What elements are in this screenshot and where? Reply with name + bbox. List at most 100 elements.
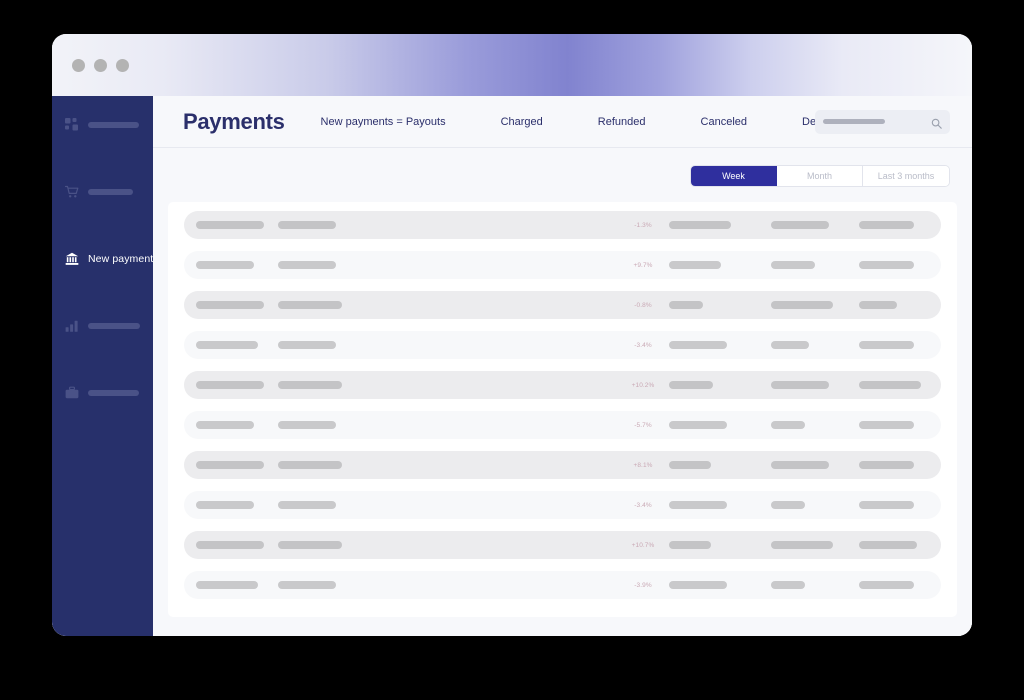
cell-id [196, 501, 278, 509]
skeleton-bar [669, 501, 727, 509]
cell-customer [278, 461, 378, 469]
table-row[interactable]: -3.4% [184, 331, 941, 359]
table-row[interactable]: -3.9% [184, 571, 941, 599]
sidebar-item-orders[interactable] [52, 175, 153, 209]
sidebar-item-analytics[interactable] [52, 309, 153, 343]
briefcase-icon [64, 386, 79, 401]
table-row[interactable]: +10.2% [184, 371, 941, 399]
range-filter: Week Month Last 3 months [690, 165, 950, 187]
tab-refunded[interactable]: Refunded [598, 116, 646, 128]
sidebar-item-business[interactable] [52, 376, 153, 410]
skeleton-bar [278, 221, 336, 229]
range-option-month[interactable]: Month [777, 166, 863, 186]
main-content: Payments New payments = Payouts Charged … [153, 96, 972, 636]
cell-amount [669, 421, 771, 429]
maximize-button[interactable] [116, 59, 129, 72]
skeleton-bar [669, 261, 721, 269]
skeleton-bar [771, 301, 833, 309]
cell-id [196, 381, 278, 389]
cell-customer [278, 501, 378, 509]
skeleton-bar [859, 501, 914, 509]
cell-customer [278, 381, 378, 389]
cell-status [771, 421, 859, 429]
cart-icon [64, 185, 79, 200]
skeleton-bar [278, 501, 336, 509]
skeleton-bar [859, 301, 897, 309]
cell-status [771, 261, 859, 269]
table-row[interactable]: -3.4% [184, 491, 941, 519]
screenshot-stage: New payments Payments New payments = Pay… [0, 0, 1024, 700]
cell-customer [278, 421, 378, 429]
range-option-last-3-months[interactable]: Last 3 months [863, 166, 949, 186]
cell-status [771, 501, 859, 509]
cell-date [859, 221, 929, 229]
sidebar-item-label: New payments [88, 253, 159, 265]
skeleton-bar [669, 301, 703, 309]
sidebar-item-label [88, 122, 139, 128]
skeleton-bar [669, 581, 727, 589]
skeleton-bar [278, 581, 336, 589]
skeleton-bar [859, 421, 914, 429]
search-input[interactable] [815, 109, 950, 134]
tab-canceled[interactable]: Canceled [701, 116, 747, 128]
table-row[interactable]: -0.8% [184, 291, 941, 319]
minimize-button[interactable] [94, 59, 107, 72]
skeleton-bar [771, 421, 805, 429]
close-button[interactable] [72, 59, 85, 72]
cell-amount [669, 381, 771, 389]
skeleton-bar [669, 341, 727, 349]
cell-amount [669, 221, 771, 229]
sidebar-item-new-payments[interactable]: New payments [52, 242, 159, 276]
skeleton-bar [196, 341, 258, 349]
cell-date [859, 581, 929, 589]
cell-status [771, 461, 859, 469]
skeleton-bar [859, 261, 914, 269]
table-row[interactable]: +8.1% [184, 451, 941, 479]
cell-id [196, 461, 278, 469]
cell-change: -0.8% [634, 301, 652, 309]
cell-id [196, 261, 278, 269]
cell-customer [278, 581, 378, 589]
cell-id [196, 341, 278, 349]
skeleton-bar [196, 221, 264, 229]
range-option-week[interactable]: Week [691, 166, 777, 186]
table-row[interactable]: -1.3% [184, 211, 941, 239]
skeleton-bar [771, 541, 833, 549]
cell-date [859, 461, 929, 469]
cell-customer [278, 341, 378, 349]
cell-change: +10.2% [631, 381, 655, 389]
skeleton-bar [278, 461, 342, 469]
skeleton-bar [859, 541, 917, 549]
payments-table: -1.3% +9.7% -0.8% -3.4% +10.2% -5.7% +8.… [168, 202, 957, 617]
cell-date [859, 501, 929, 509]
skeleton-bar [196, 381, 264, 389]
table-row[interactable]: +9.7% [184, 251, 941, 279]
sidebar-item-dashboard[interactable] [52, 108, 153, 142]
sidebar-item-label [88, 189, 133, 195]
cell-id [196, 301, 278, 309]
skeleton-bar [196, 421, 254, 429]
cell-change: -5.7% [634, 421, 652, 429]
skeleton-bar [859, 581, 914, 589]
cell-status [771, 301, 859, 309]
skeleton-bar [669, 221, 731, 229]
cell-amount [669, 541, 771, 549]
cell-id [196, 581, 278, 589]
page-title: Payments [183, 108, 285, 134]
skeleton-bar [278, 541, 342, 549]
table-row[interactable]: -5.7% [184, 411, 941, 439]
skeleton-bar [771, 501, 805, 509]
skeleton-bar [669, 421, 727, 429]
table-row[interactable]: +10.7% [184, 531, 941, 559]
cell-status [771, 381, 859, 389]
skeleton-bar [196, 501, 254, 509]
skeleton-bar [771, 221, 829, 229]
skeleton-bar [196, 581, 258, 589]
skeleton-bar [669, 541, 711, 549]
tab-new-payments[interactable]: New payments = Payouts [321, 116, 446, 128]
cell-change: -3.4% [634, 341, 652, 349]
tab-charged[interactable]: Charged [501, 116, 543, 128]
